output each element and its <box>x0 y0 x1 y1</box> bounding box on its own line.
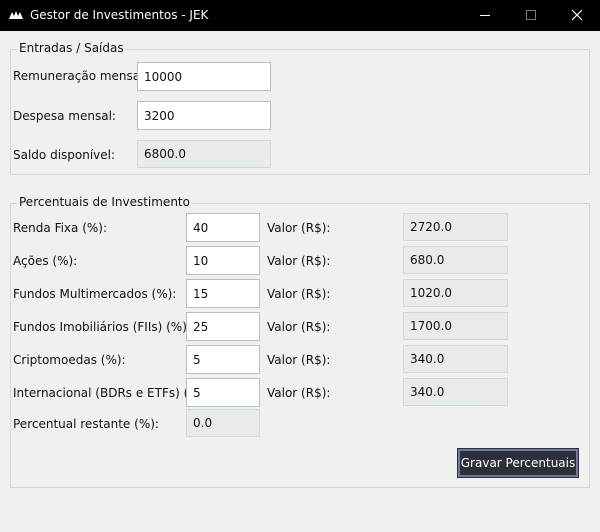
internacional-valor-label: Valor (R$): <box>267 386 331 400</box>
remuneracao-label: Remuneração mensal: <box>13 69 148 83</box>
criptomoedas-percent-input[interactable]: 5 <box>186 345 260 374</box>
gravar-percentuais-button[interactable]: Gravar Percentuais <box>457 448 579 478</box>
imobiliarios-valor-field: 1700.0 <box>403 312 508 340</box>
minimize-icon <box>480 15 490 16</box>
title-bar: Gestor de Investimentos - JEK <box>0 0 600 31</box>
entradas-saidas-legend: Entradas / Saídas <box>17 41 126 55</box>
multimercados-percent-input[interactable]: 15 <box>186 279 260 308</box>
window-client-area: Entradas / Saídas Remuneração mensal: 10… <box>0 31 600 532</box>
acoes-valor-label: Valor (R$): <box>267 254 331 268</box>
percentuais-legend: Percentuais de Investimento <box>17 195 192 209</box>
saldo-label: Saldo disponível: <box>13 148 116 162</box>
imobiliarios-label: Fundos Imobiliários (FIIs) (%): <box>13 320 191 334</box>
criptomoedas-valor-label: Valor (R$): <box>267 353 331 367</box>
maximize-icon <box>526 10 536 20</box>
acoes-label: Ações (%): <box>13 254 78 268</box>
close-button[interactable] <box>554 0 600 31</box>
despesa-input[interactable]: 3200 <box>137 101 271 130</box>
internacional-valor-field: 340.0 <box>403 378 508 406</box>
multimercados-valor-label: Valor (R$): <box>267 287 331 301</box>
multimercados-valor-field: 1020.0 <box>403 279 508 307</box>
imobiliarios-valor-label: Valor (R$): <box>267 320 331 334</box>
imobiliarios-percent-input[interactable]: 25 <box>186 312 260 341</box>
multimercados-label: Fundos Multimercados (%): <box>13 287 177 301</box>
close-icon <box>571 9 583 21</box>
renda-fixa-label: Renda Fixa (%): <box>13 221 108 235</box>
window-title: Gestor de Investimentos - JEK <box>30 8 209 22</box>
renda-fixa-valor-field: 2720.0 <box>403 213 508 241</box>
saldo-field: 6800.0 <box>137 140 271 168</box>
minimize-button[interactable] <box>462 0 508 31</box>
criptomoedas-valor-field: 340.0 <box>403 345 508 373</box>
percentual-restante-field: 0.0 <box>186 409 260 437</box>
acoes-valor-field: 680.0 <box>403 246 508 274</box>
internacional-label: Internacional (BDRs e ETFs) (%): <box>13 386 209 400</box>
despesa-label: Despesa mensal: <box>13 109 116 123</box>
maximize-button[interactable] <box>508 0 554 31</box>
renda-fixa-percent-input[interactable]: 40 <box>186 213 260 242</box>
criptomoedas-label: Criptomoedas (%): <box>13 353 126 367</box>
app-logo-icon <box>9 11 23 19</box>
percentual-restante-label: Percentual restante (%): <box>13 417 159 431</box>
remuneracao-input[interactable]: 10000 <box>137 62 271 91</box>
acoes-percent-input[interactable]: 10 <box>186 246 260 275</box>
renda-fixa-valor-label: Valor (R$): <box>267 221 331 235</box>
internacional-percent-input[interactable]: 5 <box>186 378 260 407</box>
